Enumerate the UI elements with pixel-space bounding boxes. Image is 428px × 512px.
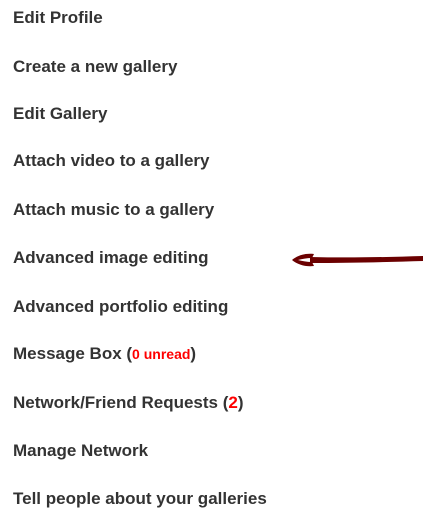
menu-item-message-box[interactable]: Message Box (0 unread) (13, 342, 196, 366)
menu-item-label: Attach music to a gallery (13, 200, 215, 219)
menu-item-edit-gallery[interactable]: Edit Gallery (13, 102, 107, 126)
menu-item-advanced-portfolio-editing[interactable]: Advanced portfolio editing (13, 295, 228, 319)
unread-count: 0 (132, 346, 140, 362)
request-count: 2 (228, 393, 238, 412)
menu-item-network-requests[interactable]: Network/Friend Requests (2) (13, 391, 244, 415)
menu-item-suffix: ) (190, 344, 197, 363)
menu-item-label: Tell people about your galleries (13, 489, 267, 508)
menu-item-manage-network[interactable]: Manage Network (13, 439, 148, 463)
arrow-shaft (310, 256, 423, 263)
menu-item-attach-video[interactable]: Attach video to a gallery (13, 149, 210, 173)
menu-item-label: Advanced image editing (13, 248, 209, 267)
menu-item-label: Attach video to a gallery (13, 151, 210, 170)
menu-item-attach-music[interactable]: Attach music to a gallery (13, 198, 214, 222)
menu-item-label: Network/Friend Requests ( (13, 393, 229, 412)
menu-item-suffix: ) (237, 393, 244, 412)
menu-item-label: Edit Gallery (13, 104, 108, 123)
menu-item-label: Manage Network (13, 441, 149, 460)
menu-item-tell-people[interactable]: Tell people about your galleries (13, 487, 267, 511)
menu-item-create-gallery[interactable]: Create a new gallery (13, 55, 177, 79)
menu-item-label: Create a new gallery (13, 57, 178, 76)
unread-label: unread (143, 346, 191, 362)
menu-item-label: Message Box ( (13, 344, 133, 363)
menu-item-label: Advanced portfolio editing (13, 297, 229, 316)
menu-item-edit-profile[interactable]: Edit Profile (13, 6, 103, 30)
menu-item-label: Edit Profile (13, 8, 103, 27)
annotation-arrow-icon (292, 253, 423, 267)
menu-item-advanced-image-editing[interactable]: Advanced image editing (13, 246, 209, 270)
